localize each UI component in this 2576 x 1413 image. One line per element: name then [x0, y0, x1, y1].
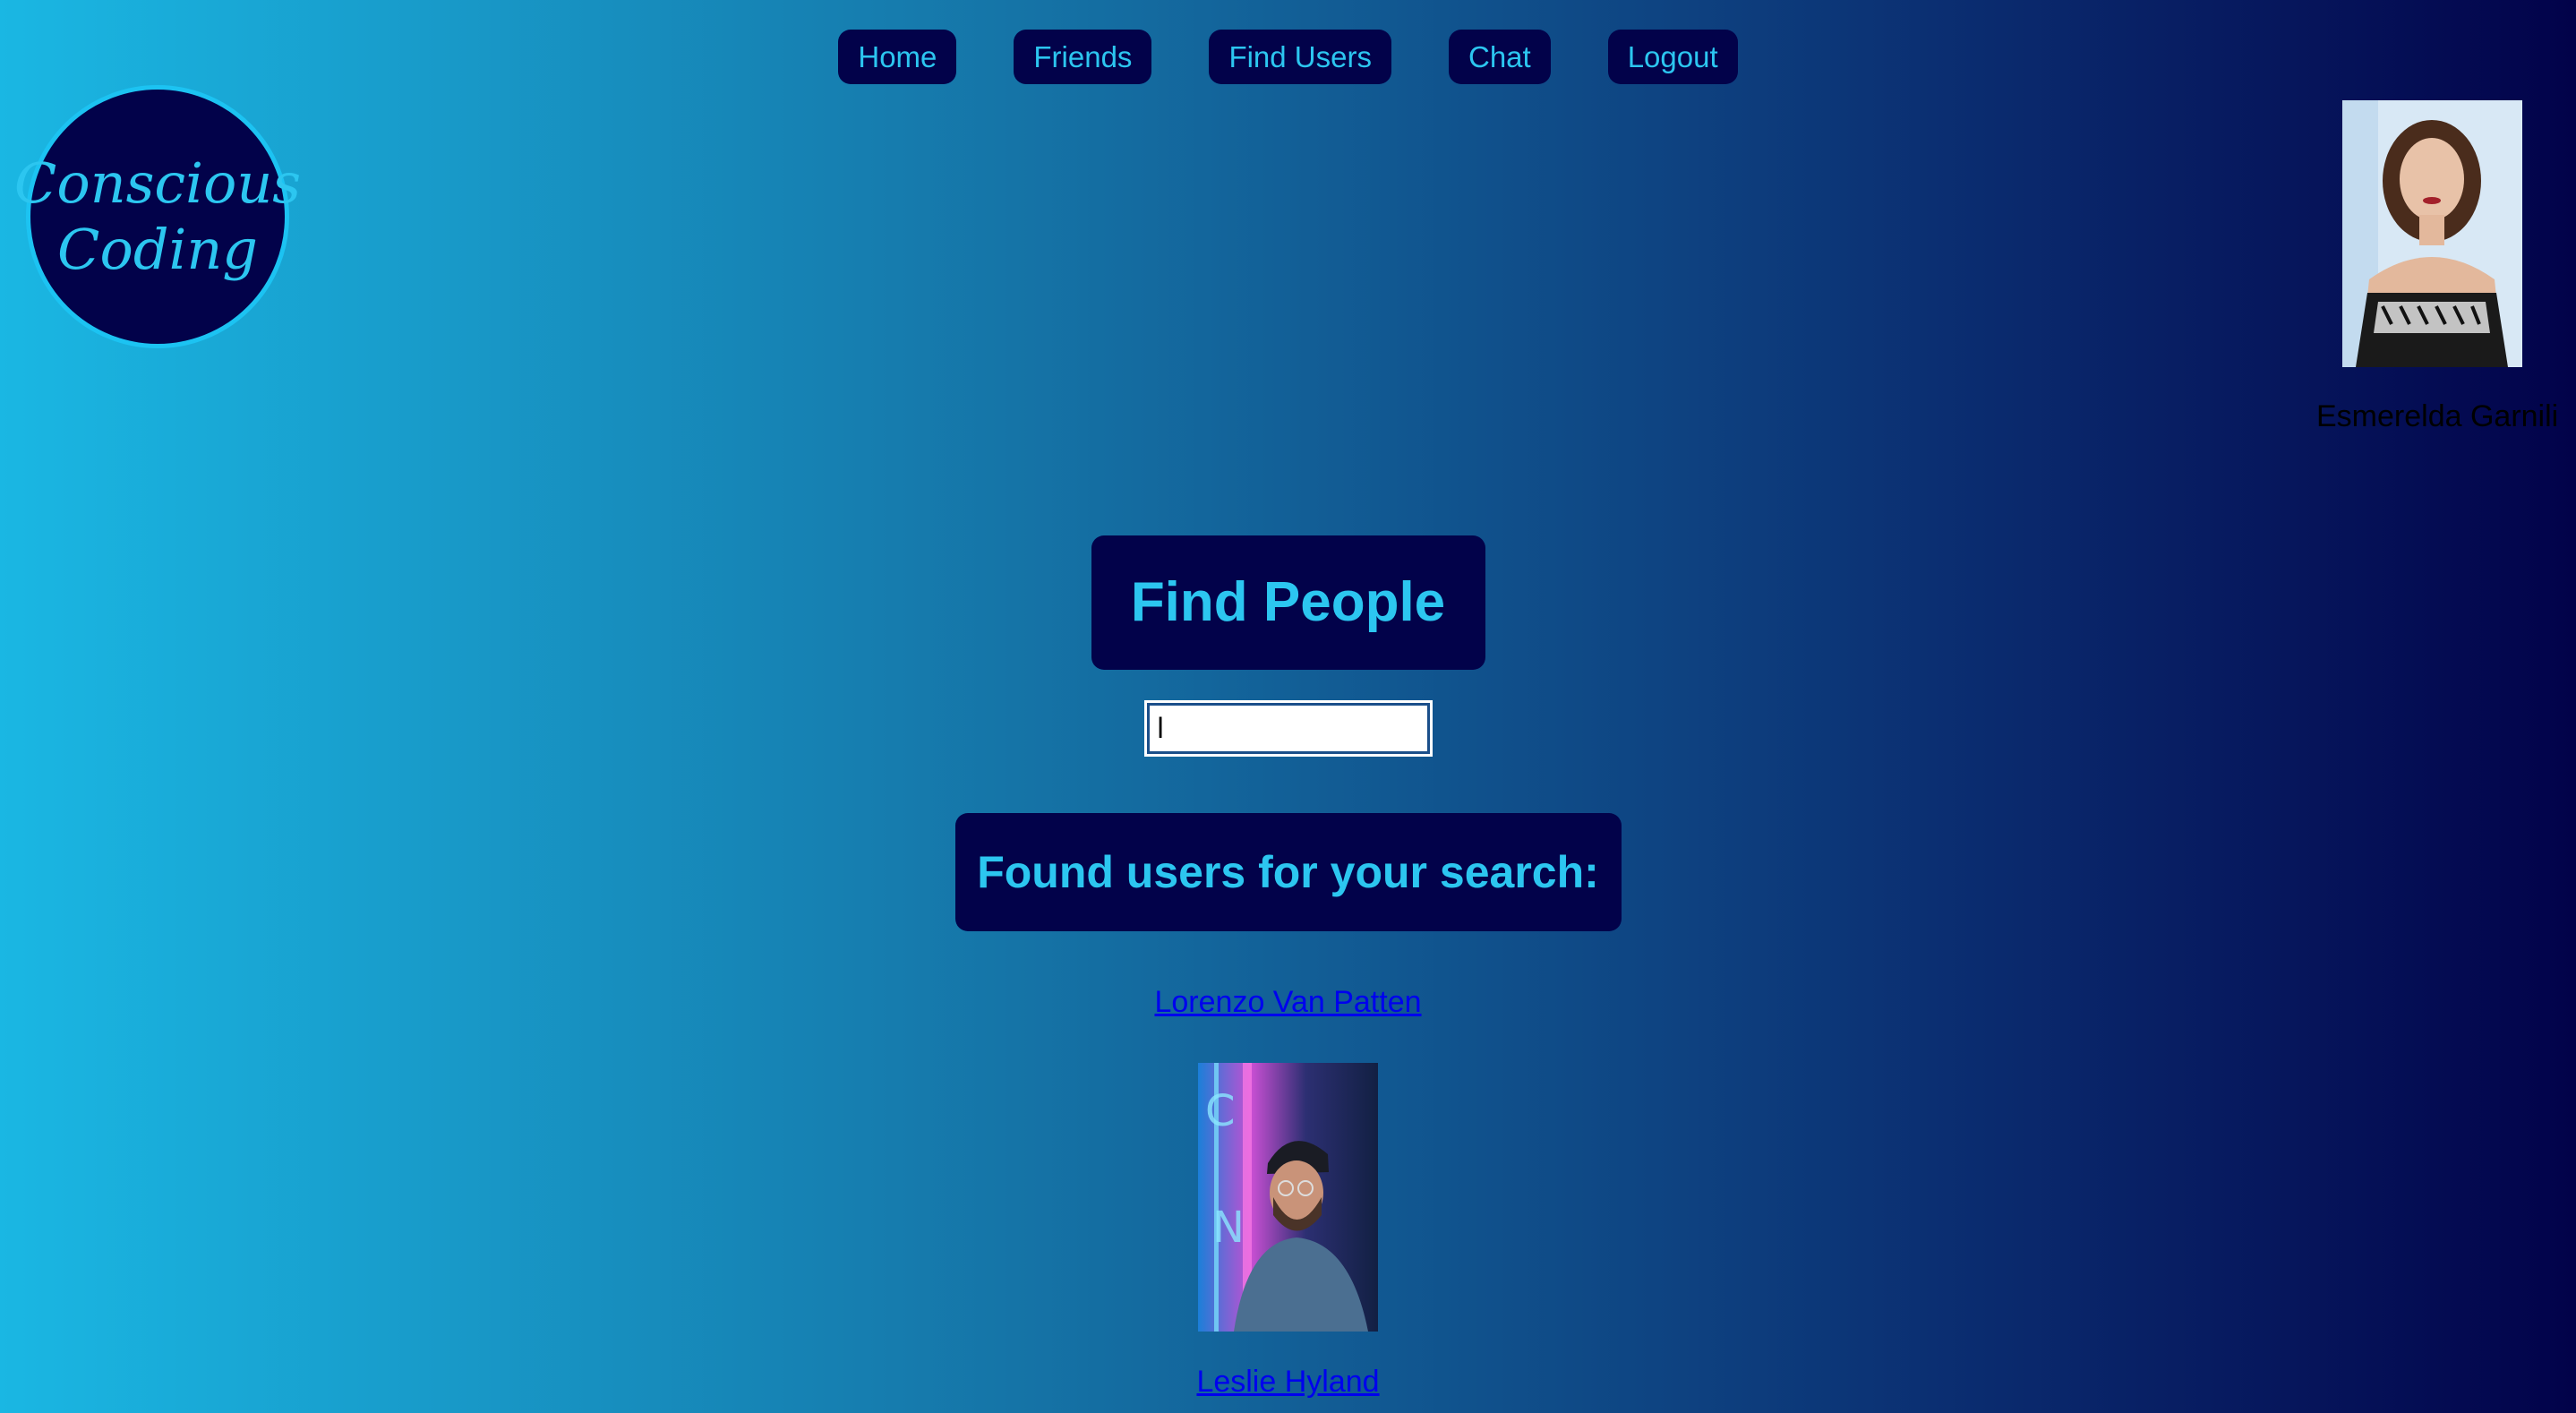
find-people-header: Find People — [0, 535, 2576, 670]
result-item: Leslie Hyland — [0, 1365, 2576, 1400]
user-link-leslie[interactable]: Leslie Hyland — [1196, 1365, 1379, 1400]
page-title: Find People — [1091, 535, 1485, 670]
nav-find-users-button[interactable]: Find Users — [1209, 30, 1391, 84]
logo-text-line2: Coding — [57, 217, 258, 282]
results-heading: Found users for your search: — [954, 813, 1622, 931]
profile-avatar[interactable] — [2342, 100, 2522, 367]
result-item: Lorenzo Van Patten — [0, 985, 2576, 1020]
user-photo[interactable]: C N — [1198, 1063, 1378, 1332]
result-photo-wrap: C N — [0, 1063, 2576, 1332]
user-photo-icon: C N — [1198, 1063, 1378, 1332]
results-header: Found users for your search: — [0, 813, 2576, 931]
svg-text:N: N — [1212, 1203, 1245, 1253]
nav-home-button[interactable]: Home — [838, 30, 957, 84]
site-logo: Conscious Coding — [14, 85, 301, 348]
nav-friends-button[interactable]: Friends — [1014, 30, 1152, 84]
nav-chat-button[interactable]: Chat — [1448, 30, 1551, 84]
profile-photo-icon — [2342, 100, 2522, 367]
logo-text-line1: Conscious — [13, 150, 302, 216]
search-input[interactable] — [1143, 700, 1433, 757]
profile-name: Esmerelda Garnili — [2316, 399, 2559, 433]
svg-text:C: C — [1205, 1086, 1236, 1136]
nav-logout-button[interactable]: Logout — [1607, 30, 1738, 84]
user-link-lorenzo[interactable]: Lorenzo Van Patten — [1154, 985, 1421, 1020]
search-wrap — [0, 700, 2576, 757]
main-nav: Home Friends Find Users Chat Logout — [0, 30, 2576, 84]
